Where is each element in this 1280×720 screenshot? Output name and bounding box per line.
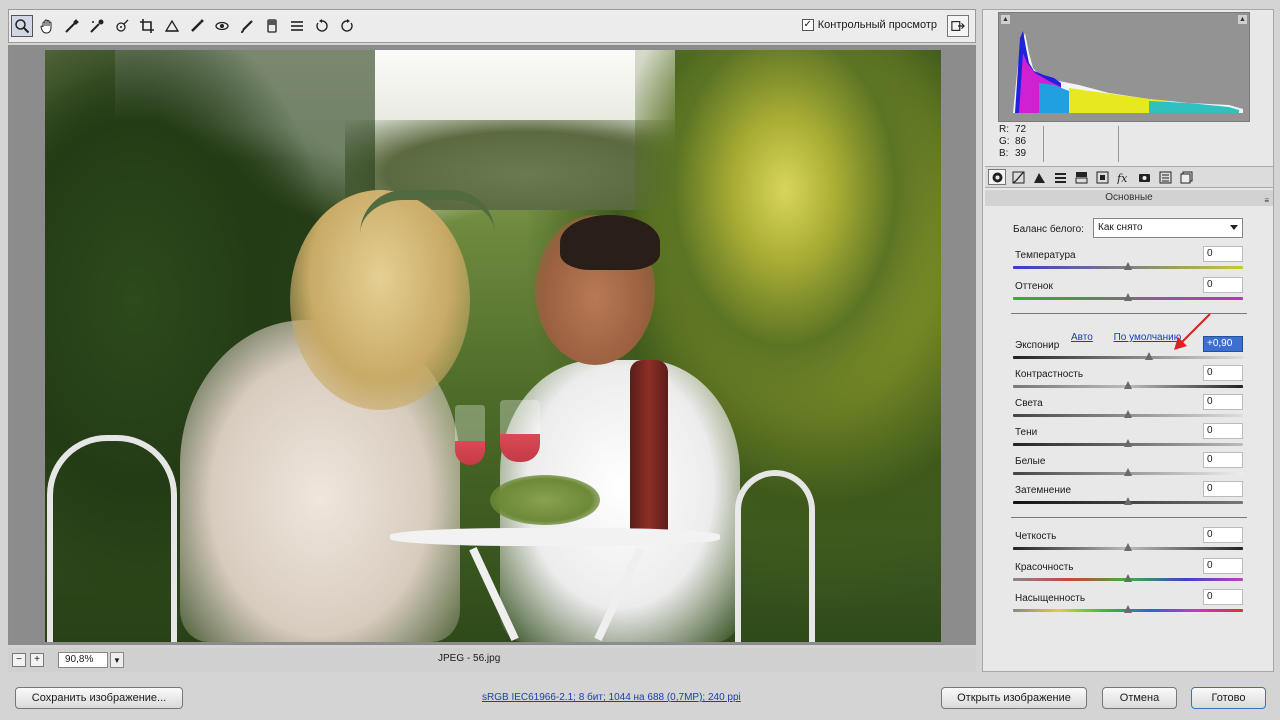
photo-preview[interactable] xyxy=(45,50,941,642)
tone-curve-tab-icon[interactable] xyxy=(1009,169,1027,185)
tint-thumb[interactable] xyxy=(1124,293,1132,301)
panel-menu-icon[interactable]: ≡ xyxy=(1264,193,1269,209)
vibrance-slider[interactable]: Красочность 0 xyxy=(1013,558,1245,592)
adjustments-panel: ▲ ▲ R: 72 G: 86 B: 39 fx Основные ≡ Бала… xyxy=(982,9,1274,672)
red-eye-tool-icon[interactable] xyxy=(211,15,233,37)
contrast-value[interactable]: 0 xyxy=(1203,365,1243,381)
green-value: 86 xyxy=(1015,136,1027,147)
preview-label: Контрольный просмотр xyxy=(817,19,937,31)
toolbar: ✓ Контрольный просмотр xyxy=(8,9,976,43)
exposure-thumb[interactable] xyxy=(1145,352,1153,360)
zoom-level-field[interactable]: 90,8% xyxy=(58,652,108,668)
file-name-label: JPEG - 56.jpg xyxy=(438,653,501,664)
zoom-out-button[interactable]: − xyxy=(12,653,26,667)
vibrance-thumb[interactable] xyxy=(1124,574,1132,582)
spot-removal-tool-icon[interactable] xyxy=(186,15,208,37)
highlights-value[interactable]: 0 xyxy=(1203,394,1243,410)
split-toning-tab-icon[interactable] xyxy=(1072,169,1090,185)
preferences-icon[interactable] xyxy=(286,15,308,37)
open-image-button[interactable]: Открыть изображение xyxy=(941,687,1087,709)
saturation-value[interactable]: 0 xyxy=(1203,589,1243,605)
saturation-thumb[interactable] xyxy=(1124,605,1132,613)
contrast-thumb[interactable] xyxy=(1124,381,1132,389)
svg-text:fx: fx xyxy=(1117,172,1128,184)
highlights-thumb[interactable] xyxy=(1124,410,1132,418)
blue-value: 39 xyxy=(1015,148,1027,159)
presets-tab-icon[interactable] xyxy=(1156,169,1174,185)
temperature-slider[interactable]: Температура 0 xyxy=(1013,246,1245,280)
detail-tab-icon[interactable] xyxy=(1030,169,1048,185)
shadows-value[interactable]: 0 xyxy=(1203,423,1243,439)
hand-tool-icon[interactable] xyxy=(36,15,58,37)
zoom-in-button[interactable]: + xyxy=(30,653,44,667)
preview-option[interactable]: ✓ Контрольный просмотр xyxy=(801,19,937,31)
red-value: 72 xyxy=(1015,124,1027,135)
effects-tab-icon[interactable]: fx xyxy=(1114,169,1132,185)
chevron-down-icon xyxy=(1230,225,1238,230)
blacks-slider[interactable]: Затемнение 0 xyxy=(1013,481,1245,515)
lens-corrections-tab-icon[interactable] xyxy=(1093,169,1111,185)
whites-thumb[interactable] xyxy=(1124,468,1132,476)
white-balance-select[interactable]: Как снято xyxy=(1093,218,1243,238)
white-balance-tool-icon[interactable] xyxy=(61,15,83,37)
cancel-button[interactable]: Отмена xyxy=(1102,687,1177,709)
zoom-dropdown-icon[interactable]: ▼ xyxy=(110,652,124,668)
snapshots-tab-icon[interactable] xyxy=(1177,169,1195,185)
crop-tool-icon[interactable] xyxy=(136,15,158,37)
rgb-readout: R: 72 G: 86 B: 39 xyxy=(999,124,1027,159)
blacks-value[interactable]: 0 xyxy=(1203,481,1243,497)
adjustment-brush-icon[interactable] xyxy=(236,15,258,37)
temperature-thumb[interactable] xyxy=(1124,262,1132,270)
preview-checkbox[interactable]: ✓ xyxy=(801,19,814,31)
graduated-filter-icon[interactable] xyxy=(261,15,283,37)
temperature-value[interactable]: 0 xyxy=(1203,246,1243,262)
annotation-arrow-icon xyxy=(1174,313,1211,350)
shadows-thumb[interactable] xyxy=(1124,439,1132,447)
image-preview-area xyxy=(8,45,976,645)
color-sampler-tool-icon[interactable] xyxy=(86,15,108,37)
targeted-adjustment-tool-icon[interactable] xyxy=(111,15,133,37)
clarity-slider[interactable]: Четкость 0 xyxy=(1013,527,1245,561)
tint-slider[interactable]: Оттенок 0 xyxy=(1013,277,1245,311)
rotate-left-icon[interactable] xyxy=(311,15,333,37)
camera-calibration-tab-icon[interactable] xyxy=(1135,169,1153,185)
whites-value[interactable]: 0 xyxy=(1203,452,1243,468)
status-bar: − + 90,8% ▼ JPEG - 56.jpg xyxy=(8,648,976,672)
vibrance-value[interactable]: 0 xyxy=(1203,558,1243,574)
basic-tab-icon[interactable] xyxy=(988,169,1006,185)
clarity-value[interactable]: 0 xyxy=(1203,527,1243,543)
straighten-tool-icon[interactable] xyxy=(161,15,183,37)
histogram: ▲ ▲ xyxy=(998,12,1250,122)
zoom-tool-icon[interactable] xyxy=(11,15,33,37)
fullscreen-toggle-icon[interactable] xyxy=(947,15,969,37)
tint-value[interactable]: 0 xyxy=(1203,277,1243,293)
hsl-tab-icon[interactable] xyxy=(1051,169,1069,185)
done-button[interactable]: Готово xyxy=(1191,687,1266,709)
rotate-right-icon[interactable] xyxy=(336,15,358,37)
saturation-slider[interactable]: Насыщенность 0 xyxy=(1013,589,1245,623)
save-image-button[interactable]: Сохранить изображение... xyxy=(15,687,183,709)
workflow-options-link[interactable]: sRGB IEC61966-2.1; 8 бит; 1044 на 688 (0… xyxy=(482,692,741,703)
blacks-thumb[interactable] xyxy=(1124,497,1132,505)
white-balance-label: Баланс белого: xyxy=(1013,224,1084,235)
clarity-thumb[interactable] xyxy=(1124,543,1132,551)
panel-title: Основные ≡ xyxy=(985,190,1273,206)
panel-tabs: fx xyxy=(985,166,1273,188)
